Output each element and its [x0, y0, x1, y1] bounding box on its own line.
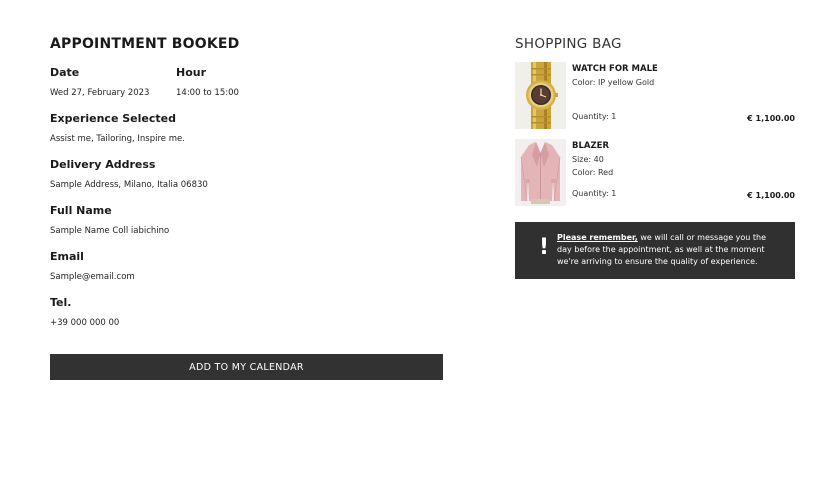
exclamation-icon: !	[539, 235, 550, 260]
bag-item-quantity: Quantity: 1	[572, 112, 617, 121]
email-label: Email	[50, 250, 84, 263]
date-value: Wed 27, February 2023	[50, 88, 150, 98]
reminder-emphasis: Please remember,	[557, 233, 638, 242]
full-name-block: Full Name Sample Name Coll iabichino	[50, 204, 443, 237]
hour-value: 14:00 to 15:00	[176, 88, 239, 98]
bag-item-color: Color: Red	[572, 168, 614, 177]
bag-item-color: Color: IP yellow Gold	[572, 78, 655, 87]
address-value: Sample Address, Milano, Italia 06830	[50, 180, 208, 190]
date-block: Date Wed 27, February 2023	[50, 66, 176, 99]
bag-item-info: BLAZER Size: 40 Color: Red Quantity: 1 €…	[572, 139, 795, 206]
email-block: Email Sample@email.com	[50, 250, 443, 283]
page-title: APPOINTMENT BOOKED	[50, 36, 240, 52]
date-label: Date	[50, 66, 80, 79]
address-block: Delivery Address Sample Address, Milano,…	[50, 158, 443, 191]
tel-block: Tel. +39 000 000 00	[50, 296, 443, 329]
experience-label: Experience Selected	[50, 112, 176, 125]
reminder-message: Please remember, we will call or message…	[557, 232, 777, 268]
pink-blazer-image	[515, 139, 566, 206]
bag-item-name: WATCH FOR MALE	[572, 64, 658, 74]
address-label: Delivery Address	[50, 158, 156, 171]
tel-value: +39 000 000 00	[50, 318, 120, 328]
bag-item-price: € 1,100.00	[747, 191, 795, 200]
full-name-value: Sample Name Coll iabichino	[50, 226, 170, 236]
email-value: Sample@email.com	[50, 272, 135, 282]
bag-item-watch[interactable]: WATCH FOR MALE Color: IP yellow Gold Qua…	[515, 62, 795, 129]
bag-item-blazer[interactable]: BLAZER Size: 40 Color: Red Quantity: 1 €…	[515, 139, 795, 206]
hour-label: Hour	[176, 66, 207, 79]
bag-item-quantity: Quantity: 1	[572, 189, 617, 198]
bag-item-name: BLAZER	[572, 141, 609, 151]
reminder-notice: ! Please remember, we will call or messa…	[515, 222, 795, 279]
bag-item-info: WATCH FOR MALE Color: IP yellow Gold Qua…	[572, 62, 795, 129]
gold-watch-image	[515, 62, 566, 129]
shopping-bag-title: SHOPPING BAG	[515, 36, 622, 52]
shopping-bag-section: SHOPPING BAG WATCH FOR MALE Color: IP ye…	[515, 36, 795, 279]
experience-value: Assist me, Tailoring, Inspire me.	[50, 134, 185, 144]
tel-label: Tel.	[50, 296, 72, 309]
full-name-label: Full Name	[50, 204, 112, 217]
date-hour-row: Date Wed 27, February 2023 Hour 14:00 to…	[50, 66, 443, 99]
add-to-calendar-button[interactable]: ADD TO MY CALENDAR	[50, 354, 443, 380]
appointment-section: APPOINTMENT BOOKED Date Wed 27, February…	[50, 36, 443, 380]
bag-item-size: Size: 40	[572, 155, 604, 164]
experience-block: Experience Selected Assist me, Tailoring…	[50, 112, 443, 145]
hour-block: Hour 14:00 to 15:00	[176, 66, 302, 99]
bag-item-price: € 1,100.00	[747, 114, 795, 123]
